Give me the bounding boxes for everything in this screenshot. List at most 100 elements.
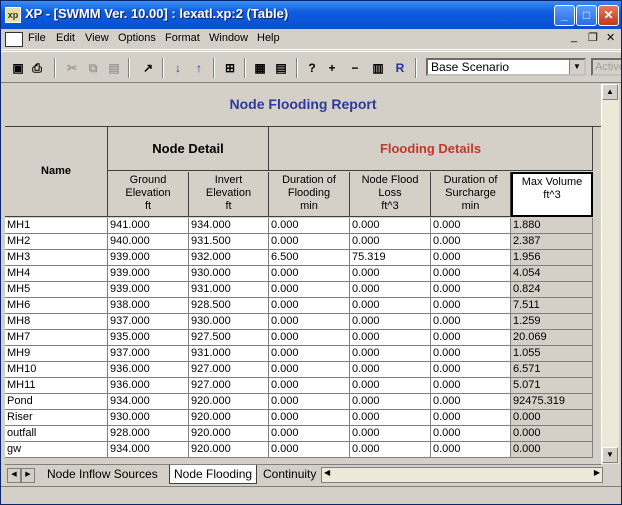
table-cell[interactable]: 7.511 xyxy=(511,298,593,314)
table-cell[interactable]: 0.000 xyxy=(431,410,511,426)
table-cell[interactable]: 0.000 xyxy=(350,314,431,330)
duration-surcharge-header[interactable]: Duration of Surcharge min xyxy=(431,172,511,217)
table-cell[interactable]: 0.000 xyxy=(350,378,431,394)
active-field[interactable]: Active xyxy=(591,58,621,76)
table-cell[interactable]: 0.000 xyxy=(431,442,511,458)
table-cell[interactable]: 934.000 xyxy=(189,218,269,234)
table-cell[interactable]: 0.000 xyxy=(511,426,593,442)
table-cell[interactable]: 937.000 xyxy=(108,346,189,362)
r-icon[interactable]: R xyxy=(391,59,409,77)
document-icon[interactable] xyxy=(5,32,23,47)
sort-descending-icon[interactable]: ↑ xyxy=(190,59,208,77)
table-cell[interactable]: 0.000 xyxy=(350,346,431,362)
row-name-cell[interactable]: MH1 xyxy=(5,218,108,234)
copy-icon[interactable]: ⧉ xyxy=(84,59,102,77)
table-cell[interactable]: 0.000 xyxy=(350,442,431,458)
table-cell[interactable]: 930.000 xyxy=(108,410,189,426)
table-cell[interactable]: 6.571 xyxy=(511,362,593,378)
menu-options[interactable]: Options xyxy=(118,32,156,44)
max-volume-header[interactable]: Max Volume ft^3 xyxy=(511,172,593,217)
scenario-select[interactable]: Base Scenario ▼ xyxy=(426,58,586,76)
scroll-left-icon[interactable]: ◀ xyxy=(324,468,330,477)
row-name-cell[interactable]: MH5 xyxy=(5,282,108,298)
table-cell[interactable]: 0.000 xyxy=(269,442,350,458)
tab-node-inflow-sources[interactable]: Node Inflow Sources xyxy=(43,465,162,483)
row-name-cell[interactable]: MH6 xyxy=(5,298,108,314)
minimize-button[interactable]: _ xyxy=(554,5,575,26)
table-cell[interactable]: 0.000 xyxy=(431,266,511,282)
table-cell[interactable]: 1.259 xyxy=(511,314,593,330)
row-name-cell[interactable]: MH7 xyxy=(5,330,108,346)
table-cell[interactable]: 0.000 xyxy=(431,282,511,298)
table-cell[interactable]: 0.000 xyxy=(350,234,431,250)
table-cell[interactable]: 0.000 xyxy=(431,346,511,362)
table-cell[interactable]: 0.000 xyxy=(350,330,431,346)
table-cell[interactable]: 0.000 xyxy=(350,426,431,442)
node-flood-loss-header[interactable]: Node Flood Loss ft^3 xyxy=(350,172,431,217)
table-cell[interactable]: 0.000 xyxy=(350,410,431,426)
table-cell[interactable]: 0.000 xyxy=(350,394,431,410)
table-cell[interactable]: 1.880 xyxy=(511,218,593,234)
table-cell[interactable]: 931.500 xyxy=(189,234,269,250)
plus-icon[interactable]: + xyxy=(323,59,341,77)
table-cell[interactable]: 0.000 xyxy=(431,362,511,378)
table-cell[interactable]: 936.000 xyxy=(108,362,189,378)
table-cell[interactable]: 0.000 xyxy=(269,234,350,250)
table-cell[interactable]: 928.500 xyxy=(189,298,269,314)
title-bar[interactable]: xp XP - [SWMM Ver. 10.00] : lexatl.xp:2 … xyxy=(1,1,621,29)
table-cell[interactable]: 935.000 xyxy=(108,330,189,346)
table-cell[interactable]: 0.000 xyxy=(350,266,431,282)
table-cell[interactable]: 75.319 xyxy=(350,250,431,266)
table-cell[interactable]: 931.000 xyxy=(189,282,269,298)
row-name-cell[interactable]: MH3 xyxy=(5,250,108,266)
table-cell[interactable]: 0.000 xyxy=(269,218,350,234)
table-cell[interactable]: 932.000 xyxy=(189,250,269,266)
row-name-cell[interactable]: outfall xyxy=(5,426,108,442)
horizontal-scrollbar[interactable]: ◀ ▶ xyxy=(321,467,603,483)
table-cell[interactable]: 927.000 xyxy=(189,378,269,394)
table-cell[interactable]: 0.000 xyxy=(269,346,350,362)
table-cell[interactable]: 928.000 xyxy=(108,426,189,442)
table-cell[interactable]: 0.000 xyxy=(269,282,350,298)
row-name-cell[interactable]: MH10 xyxy=(5,362,108,378)
row-name-cell[interactable]: gw xyxy=(5,442,108,458)
report-icon[interactable]: ▤ xyxy=(272,59,290,77)
table-cell[interactable]: 1.055 xyxy=(511,346,593,362)
table-cell[interactable]: 939.000 xyxy=(108,250,189,266)
table-cell[interactable]: 938.000 xyxy=(108,298,189,314)
table-cell[interactable]: 92475.319 xyxy=(511,394,593,410)
table-cell[interactable]: 0.000 xyxy=(431,394,511,410)
graph-icon[interactable]: ↗ xyxy=(139,59,157,77)
table-cell[interactable]: 0.000 xyxy=(431,330,511,346)
table-cell[interactable]: 0.000 xyxy=(269,330,350,346)
table-cell[interactable]: 939.000 xyxy=(108,266,189,282)
table-cell[interactable]: 0.000 xyxy=(431,298,511,314)
grid-icon[interactable]: ⊞ xyxy=(221,59,239,77)
tab-node-flooding[interactable]: Node Flooding xyxy=(169,465,258,484)
table-cell[interactable]: 0.000 xyxy=(431,378,511,394)
table-cell[interactable]: 0.000 xyxy=(269,266,350,282)
table-cell[interactable]: 930.000 xyxy=(189,266,269,282)
table-cell[interactable]: 0.000 xyxy=(350,218,431,234)
table-cell[interactable]: 940.000 xyxy=(108,234,189,250)
row-name-cell[interactable]: MH4 xyxy=(5,266,108,282)
table-cell[interactable]: 0.000 xyxy=(431,314,511,330)
ground-elevation-header[interactable]: Ground Elevation ft xyxy=(108,172,189,217)
table-cell[interactable]: 0.000 xyxy=(350,362,431,378)
table-cell[interactable]: 0.000 xyxy=(431,218,511,234)
menu-format[interactable]: Format xyxy=(165,32,200,44)
table-cell[interactable]: 0.000 xyxy=(269,298,350,314)
calculator-icon[interactable]: ▥ xyxy=(369,59,387,77)
menu-view[interactable]: View xyxy=(85,32,109,44)
table-cell[interactable]: 0.000 xyxy=(431,250,511,266)
mdi-minimize-button[interactable]: _ xyxy=(571,31,577,43)
table-cell[interactable]: 0.000 xyxy=(511,410,593,426)
scroll-right-icon[interactable]: ▶ xyxy=(594,468,600,477)
save-icon[interactable]: ▣ xyxy=(9,59,27,77)
row-name-cell[interactable]: MH11 xyxy=(5,378,108,394)
table-cell[interactable]: 941.000 xyxy=(108,218,189,234)
row-name-cell[interactable]: Pond xyxy=(5,394,108,410)
table-cell[interactable]: 934.000 xyxy=(108,442,189,458)
vertical-scrollbar[interactable]: ▲ ▼ xyxy=(601,84,619,464)
table-cell[interactable]: 0.000 xyxy=(431,426,511,442)
